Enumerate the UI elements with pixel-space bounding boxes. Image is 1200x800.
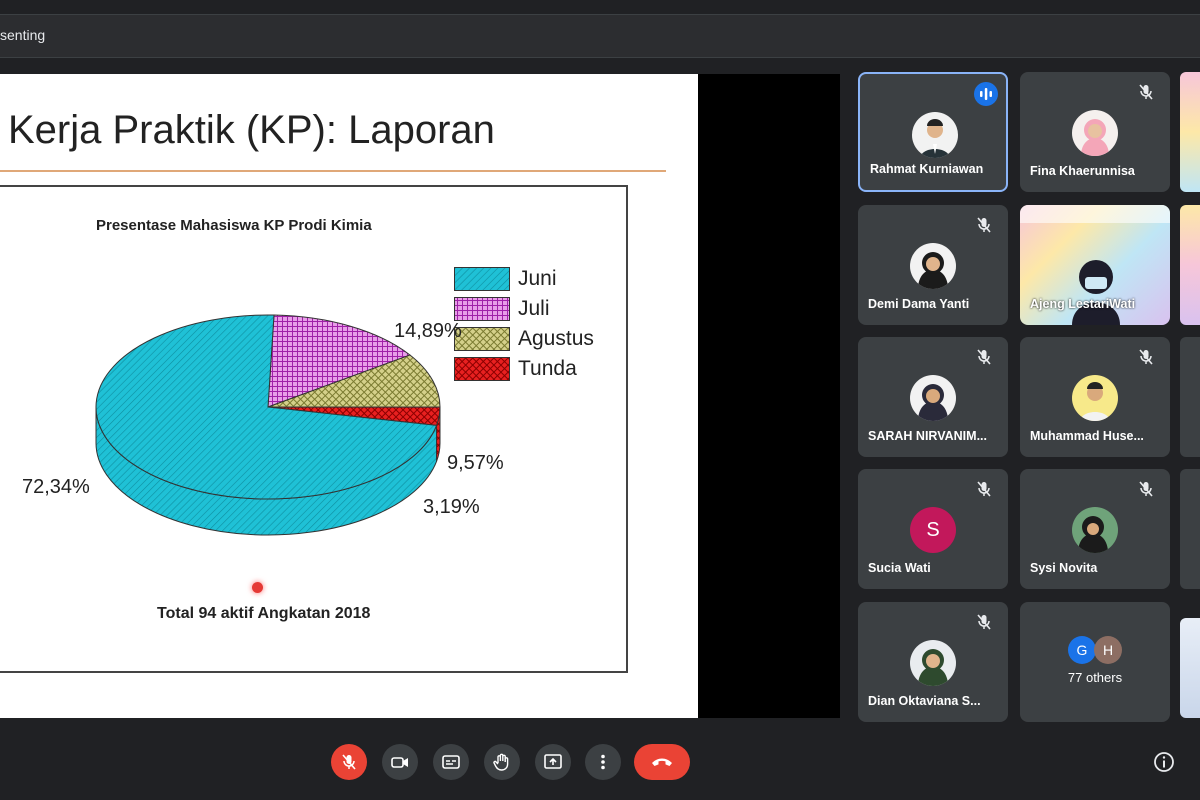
avatar: G — [1068, 636, 1096, 664]
others-count: 77 others — [1067, 670, 1123, 685]
participant-name: Sysi Novita — [1030, 561, 1098, 575]
legend-label: Juni — [518, 267, 557, 290]
mic-off-icon — [977, 614, 991, 630]
chart-legend: Juni Juli Agustus Tunda — [454, 264, 624, 384]
mic-off-icon — [342, 754, 356, 770]
participant-name: Dian Oktaviana S... — [868, 694, 981, 708]
participant-tile[interactable]: SARAH NIRVANIM... — [858, 337, 1008, 457]
participant-tile-partial[interactable] — [1180, 618, 1200, 718]
captions-icon — [442, 755, 460, 769]
camera-toggle-button[interactable] — [382, 744, 418, 780]
mic-off-icon — [1139, 481, 1153, 497]
participant-video-tile[interactable]: Ajeng LestariWati — [1020, 205, 1170, 325]
legend-swatch-juni — [454, 267, 510, 291]
presenting-banner: senting — [0, 14, 1200, 58]
mic-off-icon — [1139, 84, 1153, 100]
legend-swatch-tunda — [454, 357, 510, 381]
participant-tile[interactable]: Dian Oktaviana S... — [858, 602, 1008, 722]
avatar: H — [1094, 636, 1122, 664]
raise-hand-icon — [493, 753, 509, 771]
legend-item: Tunda — [454, 354, 624, 384]
legend-label: Agustus — [518, 327, 594, 350]
mic-off-icon — [977, 481, 991, 497]
data-label-juni: 72,34% — [22, 476, 90, 498]
participant-tile[interactable]: Muhammad Huse... — [1020, 337, 1170, 457]
participant-name: Ajeng LestariWati — [1030, 297, 1136, 311]
speaking-indicator-icon — [974, 82, 998, 106]
mic-off-icon — [1139, 349, 1153, 365]
legend-label: Juli — [518, 297, 550, 320]
avatar — [910, 375, 956, 421]
mic-off-icon — [977, 217, 991, 233]
raise-hand-button[interactable] — [484, 744, 520, 780]
avatar — [910, 243, 956, 289]
avatar: S — [910, 507, 956, 553]
laser-pointer — [252, 582, 263, 593]
camera-icon — [391, 757, 408, 768]
legend-swatch-agustus — [454, 327, 510, 351]
legend-item: Agustus — [454, 324, 624, 354]
data-label-juli: 14,89% — [394, 320, 462, 342]
leave-call-icon — [652, 758, 672, 766]
participant-name: SARAH NIRVANIM... — [868, 429, 987, 443]
legend-label: Tunda — [518, 357, 577, 380]
presenting-text: senting — [0, 27, 46, 43]
participant-name: Sucia Wati — [868, 561, 931, 575]
participant-tile[interactable]: S Sucia Wati — [858, 469, 1008, 589]
participant-tile[interactable]: Demi Dama Yanti — [858, 205, 1008, 325]
legend-item: Juli — [454, 294, 624, 324]
participant-name: Muhammad Huse... — [1030, 429, 1144, 443]
participant-tile[interactable]: Rahmat Kurniawan — [858, 72, 1008, 192]
participant-tile[interactable]: Sysi Novita — [1020, 469, 1170, 589]
chart-note: Total 94 aktif Angkatan 2018 — [157, 605, 371, 622]
participant-name: Demi Dama Yanti — [868, 297, 970, 311]
mic-off-icon — [977, 349, 991, 365]
more-options-button[interactable] — [585, 744, 621, 780]
participant-video — [1072, 260, 1120, 325]
captions-button[interactable] — [433, 744, 469, 780]
mic-toggle-button[interactable] — [331, 744, 367, 780]
others-tile[interactable]: G H 77 others — [1020, 602, 1170, 722]
participant-name: Fina Khaerunnisa — [1030, 164, 1135, 178]
avatar — [1072, 110, 1118, 156]
avatar — [1072, 375, 1118, 421]
participant-tile-partial[interactable] — [1180, 469, 1200, 589]
legend-swatch-juli — [454, 297, 510, 321]
data-label-tunda: 3,19% — [423, 496, 480, 518]
present-icon — [544, 754, 562, 769]
participant-tile-partial[interactable] — [1180, 337, 1200, 457]
avatar — [910, 640, 956, 686]
present-button[interactable] — [535, 744, 571, 780]
info-icon[interactable] — [1152, 750, 1176, 774]
legend-item: Juni — [454, 264, 624, 294]
participant-tile[interactable]: Fina Khaerunnisa — [1020, 72, 1170, 192]
avatar — [912, 112, 958, 158]
participant-tile-partial[interactable] — [1180, 205, 1200, 325]
participant-name: Rahmat Kurniawan — [870, 162, 984, 176]
data-label-agustus: 9,57% — [447, 452, 504, 474]
presentation-slide[interactable]: Kerja Praktik (KP): Laporan Presentase M… — [0, 74, 698, 718]
more-icon — [601, 754, 605, 770]
avatar — [1072, 507, 1118, 553]
video-banner — [1020, 205, 1170, 223]
participant-tile-partial[interactable] — [1180, 72, 1200, 192]
leave-call-button[interactable] — [634, 744, 690, 780]
